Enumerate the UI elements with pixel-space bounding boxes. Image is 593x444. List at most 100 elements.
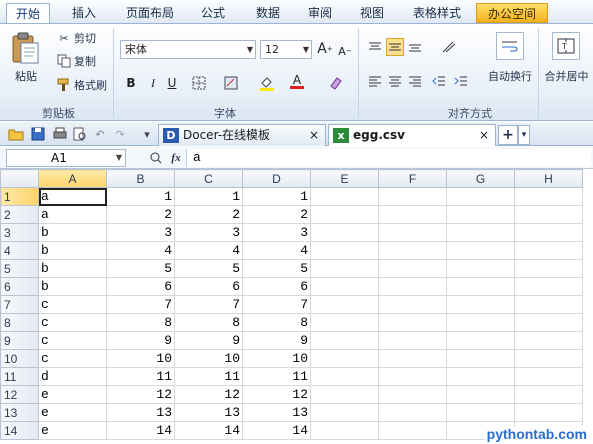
cell-empty[interactable] [446,205,515,224]
open-folder-icon[interactable] [8,126,24,142]
cell-empty[interactable] [446,313,515,332]
cell-a[interactable]: e [38,385,107,404]
cell-b[interactable]: 2 [106,205,175,224]
cell-empty[interactable] [514,259,583,278]
close-tab-icon[interactable]: × [479,125,489,145]
cell-empty[interactable] [310,403,379,422]
tab-list-dropdown-icon[interactable]: ▾ [518,125,530,145]
align-right-icon[interactable] [406,72,424,90]
cell-empty[interactable] [310,331,379,350]
cell-empty[interactable] [446,295,515,314]
cell-b[interactable]: 1 [106,187,175,206]
row-header[interactable]: 5 [0,259,39,278]
cell-c[interactable]: 8 [174,313,243,332]
paste-icon[interactable] [8,30,42,66]
cell-empty[interactable] [310,187,379,206]
cell-d[interactable]: 7 [242,295,311,314]
merge-center-button[interactable]: 合并居中 [540,68,593,84]
cell-c[interactable]: 2 [174,205,243,224]
copy-button[interactable]: 复制 [74,53,102,69]
grow-font-button[interactable]: A + [316,40,334,58]
cell-empty[interactable] [310,259,379,278]
tab-docer-templates[interactable]: D Docer-在线模板 × [158,124,326,146]
cell-b[interactable]: 13 [106,403,175,422]
row-header[interactable]: 1 [0,187,39,206]
cell-b[interactable]: 6 [106,277,175,296]
cell-empty[interactable] [446,385,515,404]
cell-c[interactable]: 12 [174,385,243,404]
cell-b[interactable]: 11 [106,367,175,386]
cell-empty[interactable] [378,331,447,350]
column-header-d[interactable]: D [242,169,311,188]
wrap-text-button[interactable]: 自动换行 [482,68,538,84]
cell-empty[interactable] [446,223,515,242]
wrap-text-icon[interactable] [496,32,524,60]
cell-a[interactable]: c [38,313,107,332]
cell-c[interactable]: 11 [174,367,243,386]
cell-c[interactable]: 4 [174,241,243,260]
cell-a[interactable]: b [38,277,107,296]
cell-a[interactable]: b [38,259,107,278]
cell-b[interactable]: 10 [106,349,175,368]
new-tab-button[interactable]: + [498,125,518,145]
underline-button[interactable]: U [163,74,181,92]
merge-center-icon[interactable]: T [552,32,580,60]
cell-empty[interactable] [310,367,379,386]
cell-d[interactable]: 8 [242,313,311,332]
row-header[interactable]: 9 [0,331,39,350]
zoom-search-icon[interactable] [148,150,164,166]
column-header-b[interactable]: B [106,169,175,188]
cell-empty[interactable] [446,277,515,296]
cell-empty[interactable] [378,187,447,206]
cell-empty[interactable] [514,295,583,314]
font-name-select[interactable]: 宋体 ▼ [120,40,256,59]
format-painter-button[interactable]: 格式刷 [74,77,112,93]
font-color-button[interactable]: A [288,72,306,90]
cell-empty[interactable] [310,421,379,440]
redo-icon[interactable]: ↷ [112,126,128,142]
row-header[interactable]: 7 [0,295,39,314]
cell-empty[interactable] [446,349,515,368]
cell-d[interactable]: 6 [242,277,311,296]
cell-a[interactable]: a [38,205,107,224]
align-center-icon[interactable] [386,72,404,90]
cell-empty[interactable] [310,295,379,314]
bold-button[interactable]: B [122,74,140,92]
format-painter-icon[interactable] [56,77,72,93]
cell-b[interactable]: 3 [106,223,175,242]
cell-empty[interactable] [378,277,447,296]
undo-icon[interactable]: ↶ [92,126,108,142]
cell-b[interactable]: 14 [106,421,175,440]
cell-d[interactable]: 3 [242,223,311,242]
row-header[interactable]: 12 [0,385,39,404]
column-header-e[interactable]: E [310,169,379,188]
cell-empty[interactable] [446,403,515,422]
name-box[interactable]: A1 ▼ [6,149,126,167]
clear-format-icon[interactable] [326,74,344,92]
cell-a[interactable]: e [38,421,107,440]
cell-a[interactable]: d [38,367,107,386]
cell-empty[interactable] [514,205,583,224]
cell-empty[interactable] [378,367,447,386]
shrink-font-button[interactable]: A − [336,42,354,60]
row-header[interactable]: 10 [0,349,39,368]
menu-tab-insert[interactable]: 插入 [62,3,106,23]
cell-c[interactable]: 3 [174,223,243,242]
cell-d[interactable]: 14 [242,421,311,440]
close-tab-icon[interactable]: × [309,125,319,145]
cell-a[interactable]: a [38,187,107,206]
cell-empty[interactable] [514,367,583,386]
row-header[interactable]: 13 [0,403,39,422]
cell-empty[interactable] [378,205,447,224]
cell-empty[interactable] [378,223,447,242]
row-header[interactable]: 3 [0,223,39,242]
cell-c[interactable]: 1 [174,187,243,206]
cell-d[interactable]: 10 [242,349,311,368]
tab-egg-csv[interactable]: x egg.csv × [328,124,496,146]
column-header-a[interactable]: A [38,169,107,188]
column-header-g[interactable]: G [446,169,515,188]
cell-empty[interactable] [514,385,583,404]
cell-empty[interactable] [310,277,379,296]
cell-empty[interactable] [446,259,515,278]
fill-color-icon[interactable] [258,74,276,92]
